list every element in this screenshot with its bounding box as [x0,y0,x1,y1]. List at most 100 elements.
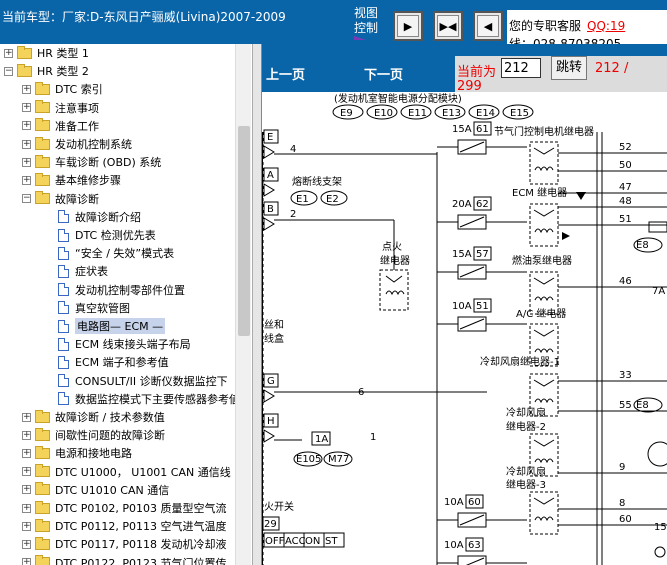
terminal-box-label: E [267,132,273,143]
tree-item[interactable]: 电路图— ECM — [58,317,166,335]
fuse-amperage: 20A [452,199,472,210]
fit-view-tool-button[interactable]: ▶◀ [433,11,463,41]
tree-item[interactable]: + 基本维修步骤 [22,171,121,189]
folder-icon [35,482,50,496]
tree-item[interactable]: DTC 检测优先表 [58,226,156,244]
top-connector-row: E9 E10 E11 E13 E14 E15 [332,104,534,120]
wire-number: 8 [619,498,625,509]
tree-item[interactable]: + DTC U1000， U1001 CAN 通信线 [22,463,231,481]
tree-item[interactable]: + DTC 索引 [22,80,103,98]
tree-item[interactable]: 症状表 [58,262,108,280]
throttle-relay-label: 节气门控制电机继电器 [494,125,594,138]
expand-icon[interactable]: + [22,539,31,549]
tree-item[interactable]: 数据监控模式下主要传感器参考値 [58,390,240,408]
expand-icon[interactable]: + [22,503,31,513]
service-phone: 线：028-87038205 [509,37,622,44]
fuse-amperage: 10A [452,301,472,312]
expand-icon[interactable]: + [22,448,31,458]
tree-item[interactable]: ECM 端子和参考值 [58,353,169,371]
tree-item-label: DTC 索引 [55,83,103,97]
top-connector: E10 [374,108,393,119]
switch-position-label: ST [325,536,338,547]
expand-icon[interactable]: + [22,485,31,495]
folder-icon [17,45,32,59]
tree-scrollbar-thumb[interactable] [238,126,250,336]
tree-item[interactable]: + DTC P0117, P0118 发动机冷却液 [22,535,226,553]
folder-icon [17,63,32,77]
tree-item[interactable]: − HR 类型 2 [4,62,89,80]
customer-service-panel: 您的专职客服 QQ:19 线：028-87038205 [507,10,667,44]
page-navigation-bar: 上一页 下一页 当前为 跳转 212 / 299 [262,44,667,94]
arrow-right-icon: ▶ [397,15,419,37]
expand-icon[interactable]: + [22,139,31,149]
jump-button[interactable]: 跳转 [551,56,587,80]
qq-link[interactable]: QQ:19 [587,19,625,33]
expand-icon[interactable]: + [22,121,31,131]
prev-page-link[interactable]: 上一页 [266,64,305,83]
tree-scrollbar[interactable] [235,44,251,565]
fuse-number: 63 [468,540,481,551]
wire-number: 48 [619,196,632,207]
connector-m77: M77 [328,454,349,465]
tree-item[interactable]: “安全 / 失效”模式表 [58,244,174,262]
tree-item[interactable]: 故障诊断介绍 [58,208,141,226]
tree-item[interactable]: + 间歇性问题的故障诊断 [22,426,165,444]
right-connector-15: 15 [654,522,667,533]
document-icon [58,228,69,242]
switch-position-label: OFF [265,536,285,547]
tree-item[interactable]: + 注意事项 [22,99,99,117]
page-number-input[interactable] [501,58,541,78]
wire-number: 55 [619,400,632,411]
expand-icon[interactable]: + [22,521,31,531]
tree-item[interactable]: + 发动机控制系统 [22,135,132,153]
collapse-icon[interactable]: − [22,194,31,204]
expand-icon[interactable]: + [22,412,31,422]
top-connector: E14 [476,108,495,119]
tree-item[interactable]: + DTC P0122, P0123 节气门位置传 [22,554,226,565]
tree-item[interactable]: + DTC P0102, P0103 质量型空气流 [22,499,226,517]
tree-item[interactable]: + 准备工作 [22,117,99,135]
fuse-number: 57 [476,249,489,260]
tree-item[interactable]: + HR 类型 1 [4,44,89,62]
current-vehicle-label: 当前车型：厂家:D-东风日产骊威(Livina)2007-2009 [2,10,286,24]
tree-item[interactable]: + DTC U1010 CAN 通信 [22,481,169,499]
expand-icon[interactable]: + [22,175,31,185]
expand-icon[interactable]: + [22,467,31,477]
fuse-number: 51 [476,301,489,312]
expand-icon[interactable]: + [22,157,31,167]
fuse-number: 60 [468,497,481,508]
document-icon [58,319,69,333]
tree-item[interactable]: + DTC P0112, P0113 空气进气温度 [22,517,226,535]
view-control-label: 视图 控制 [354,6,378,40]
expand-icon[interactable]: + [4,48,13,58]
fuse-block-connector-2: E2 [326,194,339,205]
tree-item[interactable]: + 故障诊断 / 技术参数值 [22,408,165,426]
tree-item[interactable]: + 电源和接地电路 [22,444,132,462]
tree-item-label: 准备工作 [55,119,99,133]
document-icon [58,283,69,297]
tree-item[interactable]: 真空软管图 [58,299,130,317]
ecm-wiring-diagram: (发动机室智能电源分配模块) E9 E10 E11 E13 E14 E15 EABGH 4… [262,92,667,565]
tree-item[interactable]: CONSULT/II 诊断仪数据监控下 [58,372,228,390]
next-page-link[interactable]: 下一页 [364,64,403,83]
tree-item-label: 数据监控模式下主要传感器参考値 [75,392,240,406]
prev-page-tool-button[interactable]: ◀ [473,11,503,41]
tree-item[interactable]: 发动机控制零部件位置 [58,281,185,299]
expand-icon[interactable]: + [22,430,31,440]
page-total: 212 / [595,61,629,76]
expand-icon[interactable]: + [22,84,31,94]
next-page-tool-button[interactable]: ▶ [393,11,423,41]
expand-icon[interactable]: + [22,558,31,565]
tree-item[interactable]: ECM 线束接头端子布局 [58,335,191,353]
tree-item-label: 故障诊断 [55,192,99,206]
collapse-arrows-icon: ▶◀ [437,15,459,37]
expand-icon[interactable]: + [22,103,31,113]
wiring-diagram-viewer[interactable]: (发动机室智能电源分配模块) E9 E10 E11 E13 E14 E15 EABGH 4… [262,92,667,565]
tree-item[interactable]: + 车载诊断 (OBD) 系统 [22,153,161,171]
pane-splitter[interactable] [252,44,262,565]
tree-item-label: 故障诊断 / 技术参数值 [55,411,165,424]
fuse-number: 61 [476,124,489,135]
folder-icon [35,136,50,150]
tree-item[interactable]: − 故障诊断 [22,190,99,208]
collapse-icon[interactable]: − [4,66,13,76]
